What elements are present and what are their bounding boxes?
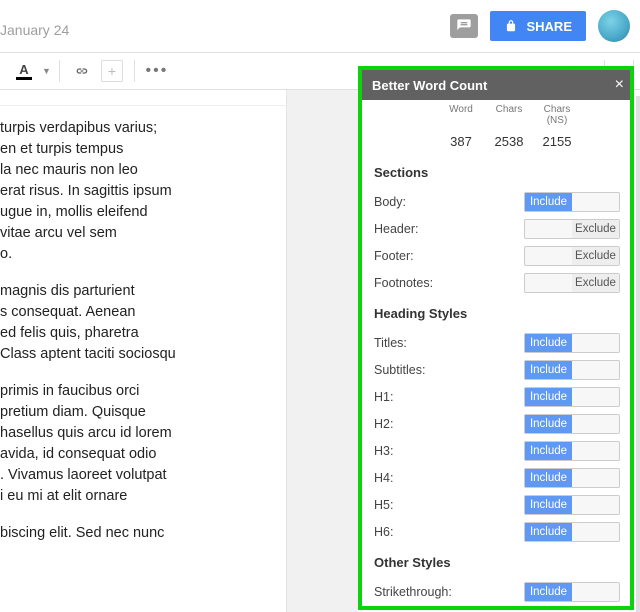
toggle-include-label: Include [525, 193, 572, 211]
toggle-include-label: Include [525, 496, 572, 514]
toggle-include-label: Include [525, 334, 572, 352]
toggle-include-label: Include [525, 442, 572, 460]
last-edit-date: January 24 [0, 14, 69, 38]
add-comment-button[interactable]: + [98, 58, 126, 84]
count-col-word: Word [444, 104, 478, 126]
opt-label-h2: H2: [374, 417, 393, 431]
paragraph: magnis dis parturient s consequat. Aenea… [0, 281, 286, 365]
opt-label-h5: H5: [374, 498, 393, 512]
toggle-include-label: Include [525, 583, 572, 601]
opt-label-h6: H6: [374, 525, 393, 539]
toggle-h4[interactable]: Include [524, 468, 620, 488]
document-body[interactable]: turpis verdapibus varius; en et turpis t… [0, 90, 286, 612]
comment-icon [456, 18, 472, 34]
count-col-chars: Chars [492, 104, 526, 126]
text-color-button[interactable]: A [10, 63, 38, 80]
toggle-h2[interactable]: Include [524, 414, 620, 434]
sections-heading: Sections [374, 165, 620, 180]
paragraph: turpis verdapibus varius; en et turpis t… [0, 118, 286, 265]
opt-label-footer: Footer: [374, 249, 414, 263]
insert-link-button[interactable] [68, 58, 96, 84]
text-color-dropdown-icon: ▼ [42, 66, 51, 76]
toggle-header[interactable]: Exclude [524, 219, 620, 239]
count-charsns: 2155 [540, 134, 574, 149]
opt-label-titles: Titles: [374, 336, 407, 350]
heading-styles-heading: Heading Styles [374, 306, 620, 321]
toggle-strikethrough[interactable]: Include [524, 582, 620, 602]
toggle-titles[interactable]: Include [524, 333, 620, 353]
count-chars: 2538 [492, 134, 526, 149]
toggle-include-label: Include [525, 388, 572, 406]
opt-label-h3: H3: [374, 444, 393, 458]
toggle-footnotes[interactable]: Exclude [524, 273, 620, 293]
more-button[interactable]: ••• [143, 58, 171, 84]
page-gutter [286, 90, 358, 612]
count-word: 387 [444, 134, 478, 149]
avatar[interactable] [598, 10, 630, 42]
lock-icon [504, 19, 518, 33]
toggle-h6[interactable]: Include [524, 522, 620, 542]
text-color-a-icon: A [19, 63, 28, 76]
toggle-include-label: Include [525, 361, 572, 379]
toggle-exclude-label: Exclude [572, 247, 619, 265]
opt-label-header: Header: [374, 222, 418, 236]
paragraph: primis in faucibus orci pretium diam. Qu… [0, 381, 286, 507]
share-label: SHARE [526, 19, 572, 34]
more-icon: ••• [146, 62, 169, 80]
better-word-count-panel: Better Word Count × Word Chars Chars (NS… [358, 66, 634, 610]
comments-button[interactable] [450, 14, 478, 38]
toggle-h5[interactable]: Include [524, 495, 620, 515]
ruler[interactable] [0, 98, 286, 112]
opt-label-footnotes: Footnotes: [374, 276, 433, 290]
toggle-h1[interactable]: Include [524, 387, 620, 407]
link-icon [74, 63, 90, 79]
toggle-include-label: Include [525, 469, 572, 487]
toggle-exclude-label: Exclude [572, 274, 619, 292]
opt-label-body: Body: [374, 195, 406, 209]
other-styles-heading: Other Styles [374, 555, 620, 570]
share-button[interactable]: SHARE [490, 11, 586, 41]
toggle-body[interactable]: Include [524, 192, 620, 212]
opt-label-h1: H1: [374, 390, 393, 404]
opt-label-strikethrough: Strikethrough: [374, 585, 452, 599]
toggle-subtitles[interactable]: Include [524, 360, 620, 380]
toggle-h3[interactable]: Include [524, 441, 620, 461]
opt-label-subtitles: Subtitles: [374, 363, 425, 377]
panel-title: Better Word Count [372, 78, 487, 93]
toggle-include-label: Include [525, 523, 572, 541]
plus-box-icon: + [101, 60, 123, 82]
scrollbar-track[interactable] [636, 96, 640, 612]
opt-label-h4: H4: [374, 471, 393, 485]
paragraph: biscing elit. Sed nec nunc [0, 523, 286, 544]
panel-close-button[interactable]: × [615, 76, 624, 94]
toggle-include-label: Include [525, 415, 572, 433]
count-col-charsns: Chars (NS) [540, 104, 574, 126]
toggle-exclude-label: Exclude [572, 220, 619, 238]
toggle-footer[interactable]: Exclude [524, 246, 620, 266]
